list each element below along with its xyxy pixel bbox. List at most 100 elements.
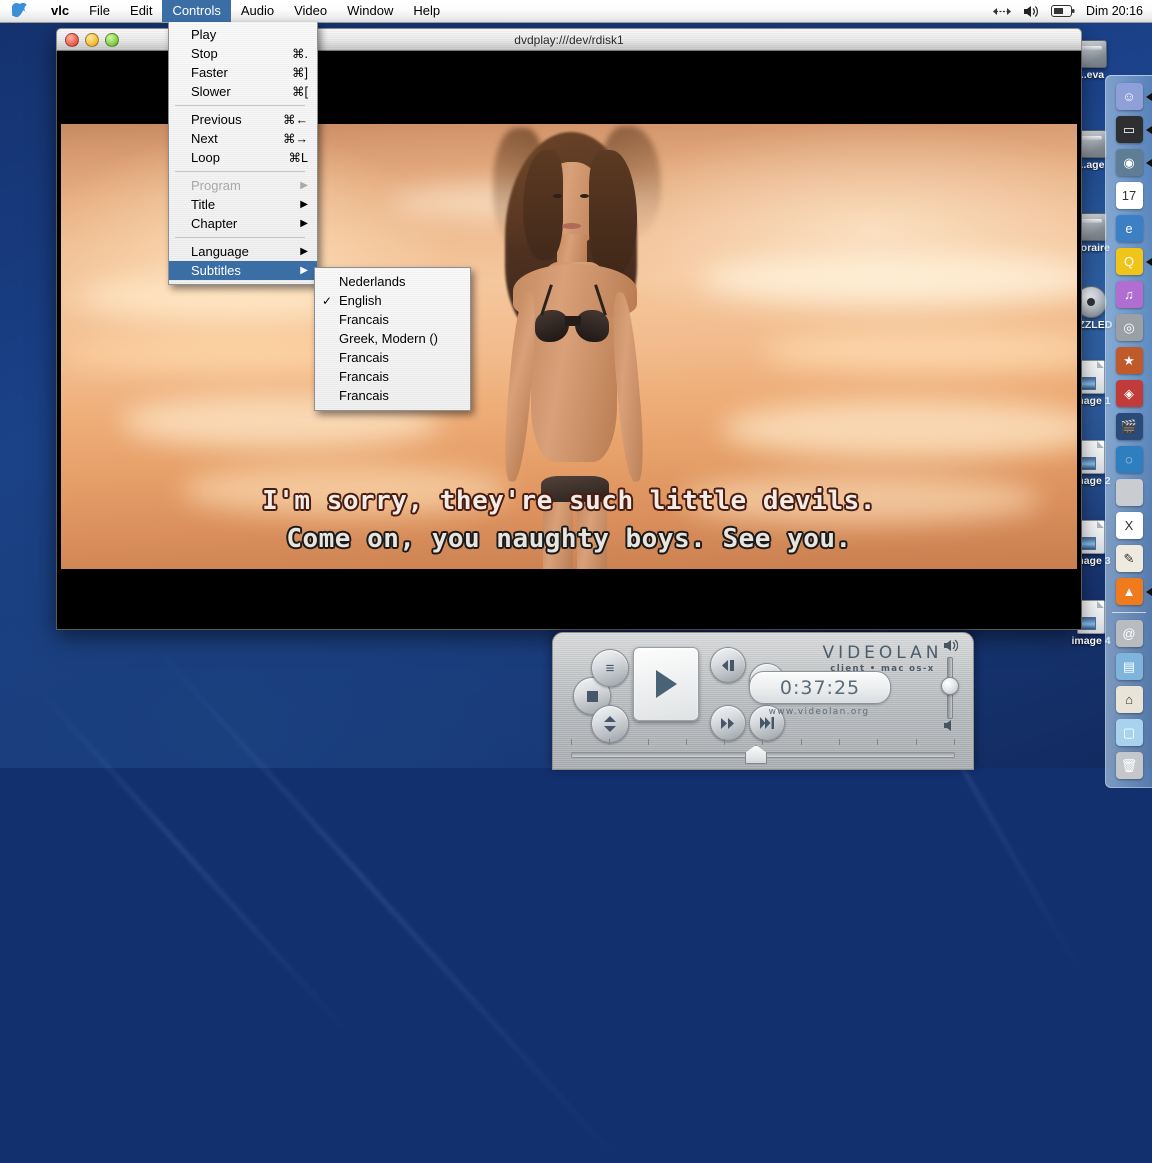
dock-item-documents[interactable]: ▤ xyxy=(1112,651,1146,682)
dock-item-quicktime[interactable]: Q xyxy=(1112,246,1152,277)
menu-item-next[interactable]: Next ⌘→ xyxy=(169,129,317,148)
dock-separator xyxy=(1112,612,1146,613)
dock-item-x[interactable]: X xyxy=(1112,510,1146,541)
mail-icon: @ xyxy=(1115,620,1143,647)
menu-item-controls[interactable]: Controls xyxy=(162,0,231,22)
vlc-controller-window[interactable]: ≡ VIDEOLAN client • mac os-x 0:37:25 www… xyxy=(552,632,974,770)
subtitle-option-2[interactable]: Francais xyxy=(315,310,470,329)
seek-knob[interactable] xyxy=(745,745,767,764)
dock-item-system-preferences[interactable] xyxy=(1112,477,1146,508)
menu-item-help[interactable]: Help xyxy=(403,0,450,22)
dock-item-sherlock[interactable]: ◉ xyxy=(1112,147,1152,178)
menu-item-title[interactable]: Title ▶ xyxy=(169,195,317,214)
menu-item-label: Title xyxy=(191,197,216,212)
playlist-glyph: ≡ xyxy=(605,659,615,677)
subtitle-option-label: Francais xyxy=(339,350,389,365)
dock-running-indicator xyxy=(1146,92,1152,101)
documents-folder-icon: ▤ xyxy=(1115,653,1143,680)
menu-item-label: Loop xyxy=(191,150,220,165)
seek-ticks xyxy=(571,739,955,745)
submenu-arrow-icon: ▶ xyxy=(300,199,308,210)
dock-item-ical[interactable]: 17 xyxy=(1112,180,1146,211)
dock-item-folder[interactable]: ▢ xyxy=(1112,717,1146,748)
volume-icon[interactable] xyxy=(1023,5,1040,18)
menu-item-play[interactable]: Play xyxy=(169,25,317,44)
menu-item-previous[interactable]: Previous ⌘← xyxy=(169,110,317,129)
subtitle-option-0[interactable]: Nederlands xyxy=(315,272,470,291)
dock-item-itunes[interactable]: ♫ xyxy=(1112,279,1146,310)
menu-item-file[interactable]: File xyxy=(79,0,120,22)
dock-item-dvd-player[interactable]: ◎ xyxy=(1112,312,1146,343)
battery-icon[interactable] xyxy=(1051,5,1075,17)
resolution-switch-icon[interactable] xyxy=(992,6,1012,17)
dock-item-mail[interactable]: @ xyxy=(1112,618,1146,649)
menu-item-edit[interactable]: Edit xyxy=(120,0,162,22)
subtitle-option-label: Nederlands xyxy=(339,274,406,289)
playlist-button[interactable]: ≡ xyxy=(591,649,629,687)
menu-item-program: Program ▶ xyxy=(169,176,317,195)
dock-item-trash[interactable]: 🗑 xyxy=(1112,750,1146,781)
subtitle-option-1[interactable]: ✓ English xyxy=(315,291,470,310)
controls-dropdown-menu[interactable]: Play Stop ⌘. Faster ⌘] Slower ⌘[ Previous ⌘← Next… xyxy=(168,22,318,285)
dock-item-picture[interactable]: ◈ xyxy=(1112,378,1146,409)
submenu-arrow-icon: ▶ xyxy=(300,265,308,276)
slow-glyph xyxy=(721,659,734,671)
menu-item-label: Slower xyxy=(191,84,231,99)
subtitle-option-label: Francais xyxy=(339,388,389,403)
subtitles-submenu[interactable]: Nederlands ✓ English Francais Greek, Modern … xyxy=(314,267,471,411)
ical-icon: 17 xyxy=(1115,182,1143,209)
menu-bar-status-area[interactable]: Dim 20:16 xyxy=(992,4,1143,18)
menu-item-video[interactable]: Video xyxy=(284,0,337,22)
menu-item-subtitles[interactable]: Subtitles ▶ xyxy=(169,261,317,280)
menu-item-window[interactable]: Window xyxy=(337,0,403,22)
volume-knob[interactable] xyxy=(941,677,959,695)
dock-item-finder[interactable]: ☺ xyxy=(1112,81,1152,112)
fast-button[interactable] xyxy=(710,705,746,741)
dvd-studio-icon: ◌ xyxy=(1115,446,1143,473)
play-button[interactable] xyxy=(633,647,699,721)
dock[interactable]: ☺ ▭ ◉ 17 e Q ♫ ◎ ★ ◈ 🎬 ◌ X ✎ ▲ @ ▤ ⌂ ▢ 🗑 xyxy=(1105,75,1152,788)
subtitle-option-5[interactable]: Francais xyxy=(315,367,470,386)
menu-item-label: Language xyxy=(191,244,249,259)
dock-item-vlc[interactable]: ▲ xyxy=(1112,576,1152,607)
dock-item-final-cut[interactable]: 🎬 xyxy=(1112,411,1146,442)
menu-bar[interactable]: vlc File Edit Controls Audio Video Windo… xyxy=(0,0,1152,23)
submenu-arrow-icon: ▶ xyxy=(300,218,308,229)
dock-item-textedit[interactable]: ✎ xyxy=(1112,543,1146,574)
volume-slider[interactable] xyxy=(931,639,965,733)
subtitle-option-6[interactable]: Francais xyxy=(315,386,470,405)
menu-separator xyxy=(175,105,305,106)
subtitle-option-4[interactable]: Francais xyxy=(315,348,470,367)
seek-bar[interactable] xyxy=(563,739,963,764)
menu-item-vlc[interactable]: vlc xyxy=(41,0,79,22)
menu-item-stop[interactable]: Stop ⌘. xyxy=(169,44,317,63)
eject-button[interactable] xyxy=(591,705,629,743)
internet-explorer-icon: e xyxy=(1115,215,1143,242)
menu-item-slower[interactable]: Slower ⌘[ xyxy=(169,82,317,101)
menu-item-language[interactable]: Language ▶ xyxy=(169,242,317,261)
time-display[interactable]: 0:37:25 xyxy=(749,671,891,704)
dock-item-internet-explorer[interactable]: e xyxy=(1112,213,1146,244)
xcode-icon: X xyxy=(1115,512,1143,539)
menu-bar-clock[interactable]: Dim 20:16 xyxy=(1086,4,1143,18)
menu-item-shortcut: ⌘→ xyxy=(283,132,308,146)
slow-button[interactable] xyxy=(710,647,746,683)
menu-item-chapter[interactable]: Chapter ▶ xyxy=(169,214,317,233)
apple-menu[interactable] xyxy=(12,2,27,20)
dock-item-imovie[interactable]: ★ xyxy=(1112,345,1146,376)
desktop-light-streak xyxy=(38,690,349,1035)
menu-item-faster[interactable]: Faster ⌘] xyxy=(169,63,317,82)
subtitle-option-3[interactable]: Greek, Modern () xyxy=(315,329,470,348)
dock-item-dvd-studio[interactable]: ◌ xyxy=(1112,444,1146,475)
desktop-light-streak xyxy=(148,640,620,1163)
menu-item-audio[interactable]: Audio xyxy=(231,0,284,22)
dock-item-terminal[interactable]: ▭ xyxy=(1112,114,1152,145)
final-cut-icon: 🎬 xyxy=(1115,413,1143,440)
dock-item-home[interactable]: ⌂ xyxy=(1112,684,1146,715)
subtitle-option-label: English xyxy=(339,293,382,308)
dock-running-indicator xyxy=(1146,257,1152,266)
menu-item-loop[interactable]: Loop ⌘L xyxy=(169,148,317,167)
subtitle-line-1: I'm sorry, they're such little devils. xyxy=(262,486,876,517)
checkmark-icon: ✓ xyxy=(322,293,333,308)
speaker-loud-icon xyxy=(943,639,959,655)
